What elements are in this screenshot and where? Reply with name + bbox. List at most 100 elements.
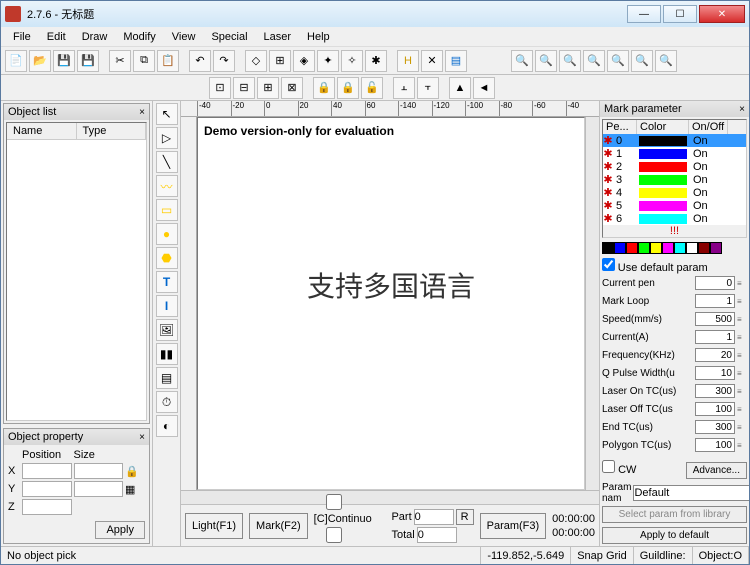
pen-row[interactable]: ✱1On — [603, 147, 746, 160]
param-input[interactable] — [695, 402, 735, 416]
use-default-checkbox[interactable] — [602, 258, 615, 271]
param-input[interactable] — [695, 330, 735, 344]
snap3-icon[interactable]: ◈ — [293, 50, 315, 72]
hatch-tool-icon[interactable]: ▤ — [156, 367, 178, 389]
zoomin-icon[interactable]: 🔍 — [511, 50, 533, 72]
menu-laser[interactable]: Laser — [256, 29, 300, 45]
pen-row[interactable]: ✱6On — [603, 212, 746, 225]
snap4-icon[interactable]: ✦ — [317, 50, 339, 72]
cw-checkbox[interactable] — [602, 460, 615, 473]
swatch[interactable] — [710, 242, 722, 254]
swatch[interactable] — [626, 242, 638, 254]
text-tool-icon[interactable]: T — [156, 271, 178, 293]
param-input[interactable] — [695, 276, 735, 290]
panel-close-icon[interactable]: × — [139, 432, 145, 443]
menu-help[interactable]: Help — [299, 29, 338, 45]
pen-row[interactable]: ✱2On — [603, 160, 746, 173]
param-input[interactable] — [695, 420, 735, 434]
pen-row[interactable]: ✱5On — [603, 199, 746, 212]
image-tool-icon[interactable]: 🖼 — [156, 319, 178, 341]
save-icon[interactable]: 💾 — [53, 50, 75, 72]
tools-icon[interactable]: ✕ — [421, 50, 443, 72]
curve-tool-icon[interactable]: 〰 — [156, 175, 178, 197]
vtext-tool-icon[interactable]: I — [156, 295, 178, 317]
node2-icon[interactable]: ⊟ — [233, 77, 255, 99]
lock1-icon[interactable]: 🔒 — [313, 77, 335, 99]
redo-icon[interactable]: ↷ — [213, 50, 235, 72]
node1-icon[interactable]: ⊡ — [209, 77, 231, 99]
pen-row[interactable]: ✱4On — [603, 186, 746, 199]
status-snap[interactable]: Snap Grid — [571, 547, 634, 564]
order-icon[interactable]: H — [397, 50, 419, 72]
pen-table[interactable]: Pe... Color On/Off ✱0On✱1On✱2On✱3On✱4On✱… — [602, 119, 747, 238]
menu-draw[interactable]: Draw — [74, 29, 116, 45]
zoom2-icon[interactable]: 🔍 — [655, 50, 677, 72]
param-input[interactable] — [695, 366, 735, 380]
canvas[interactable]: Demo version-only for evaluation 支持多国语言 — [197, 117, 585, 490]
objlist-col-name[interactable]: Name — [7, 123, 77, 139]
snap5-icon[interactable]: ✧ — [341, 50, 363, 72]
open-icon[interactable]: 📂 — [29, 50, 51, 72]
mirror-h-icon[interactable]: ▲ — [449, 77, 471, 99]
circle-tool-icon[interactable]: ● — [156, 223, 178, 245]
advance-button[interactable]: Advance... — [686, 462, 747, 479]
select-library-button[interactable]: Select param from library — [602, 506, 747, 523]
lock3-icon[interactable]: 🔓 — [361, 77, 383, 99]
swatch[interactable] — [662, 242, 674, 254]
menu-modify[interactable]: Modify — [115, 29, 163, 45]
param-input[interactable] — [695, 384, 735, 398]
snap6-icon[interactable]: ✱ — [365, 50, 387, 72]
param-input[interactable] — [695, 438, 735, 452]
select-tool-icon[interactable]: ↖ — [156, 103, 178, 125]
y-pos-input[interactable] — [22, 481, 72, 497]
total-input[interactable] — [417, 527, 457, 543]
status-guild[interactable]: Guildline: — [634, 547, 693, 564]
maximize-button[interactable]: ☐ — [663, 5, 697, 23]
align1-icon[interactable]: ⫠ — [393, 77, 415, 99]
copy-icon[interactable]: ⧉ — [133, 50, 155, 72]
pen-row[interactable]: ✱0On — [603, 134, 746, 147]
x-size-input[interactable] — [74, 463, 124, 479]
encoder-tool-icon[interactable]: ◐ — [156, 415, 178, 437]
param-button[interactable]: Param(F3) — [480, 513, 547, 539]
param-input[interactable] — [695, 312, 735, 326]
zoomsel-icon[interactable]: 🔍 — [583, 50, 605, 72]
zoomall-icon[interactable]: 🔍 — [607, 50, 629, 72]
minimize-button[interactable]: — — [627, 5, 661, 23]
pen-row[interactable]: ✱3On — [603, 173, 746, 186]
z-pos-input[interactable] — [22, 499, 72, 515]
scrollbar-horizontal[interactable] — [181, 490, 599, 504]
align2-icon[interactable]: ⫟ — [417, 77, 439, 99]
zoomfit-icon[interactable]: 🔍 — [559, 50, 581, 72]
lock-aspect-icon[interactable]: 🔒 — [125, 465, 145, 478]
swatch[interactable] — [674, 242, 686, 254]
mirror-v-icon[interactable]: ◄ — [473, 77, 495, 99]
scrollbar-vertical[interactable] — [585, 117, 599, 490]
swatch[interactable] — [698, 242, 710, 254]
close-button[interactable]: ✕ — [699, 5, 745, 23]
snap1-icon[interactable]: ◇ — [245, 50, 267, 72]
menu-edit[interactable]: Edit — [39, 29, 74, 45]
part-input[interactable] — [414, 509, 454, 525]
menu-view[interactable]: View — [164, 29, 204, 45]
undo-icon[interactable]: ↶ — [189, 50, 211, 72]
grid-icon[interactable]: ▦ — [125, 483, 145, 496]
continuous-checkbox[interactable] — [314, 494, 354, 510]
lock2-icon[interactable]: 🔒 — [337, 77, 359, 99]
param-name-input[interactable] — [633, 485, 749, 501]
node4-icon[interactable]: ⊠ — [281, 77, 303, 99]
y-size-input[interactable] — [74, 481, 124, 497]
line-tool-icon[interactable]: ╲ — [156, 151, 178, 173]
saveas-icon[interactable]: 💾 — [77, 50, 99, 72]
node3-icon[interactable]: ⊞ — [257, 77, 279, 99]
snap2-icon[interactable]: ⊞ — [269, 50, 291, 72]
swatch[interactable] — [686, 242, 698, 254]
swatch[interactable] — [602, 242, 614, 254]
param-input[interactable] — [695, 294, 735, 308]
swatch[interactable] — [638, 242, 650, 254]
panel-close-icon[interactable]: × — [739, 104, 745, 115]
zoomout-icon[interactable]: 🔍 — [535, 50, 557, 72]
param-input[interactable] — [695, 348, 735, 362]
cut-icon[interactable]: ✂ — [109, 50, 131, 72]
reset-part-button[interactable]: R — [456, 509, 474, 525]
